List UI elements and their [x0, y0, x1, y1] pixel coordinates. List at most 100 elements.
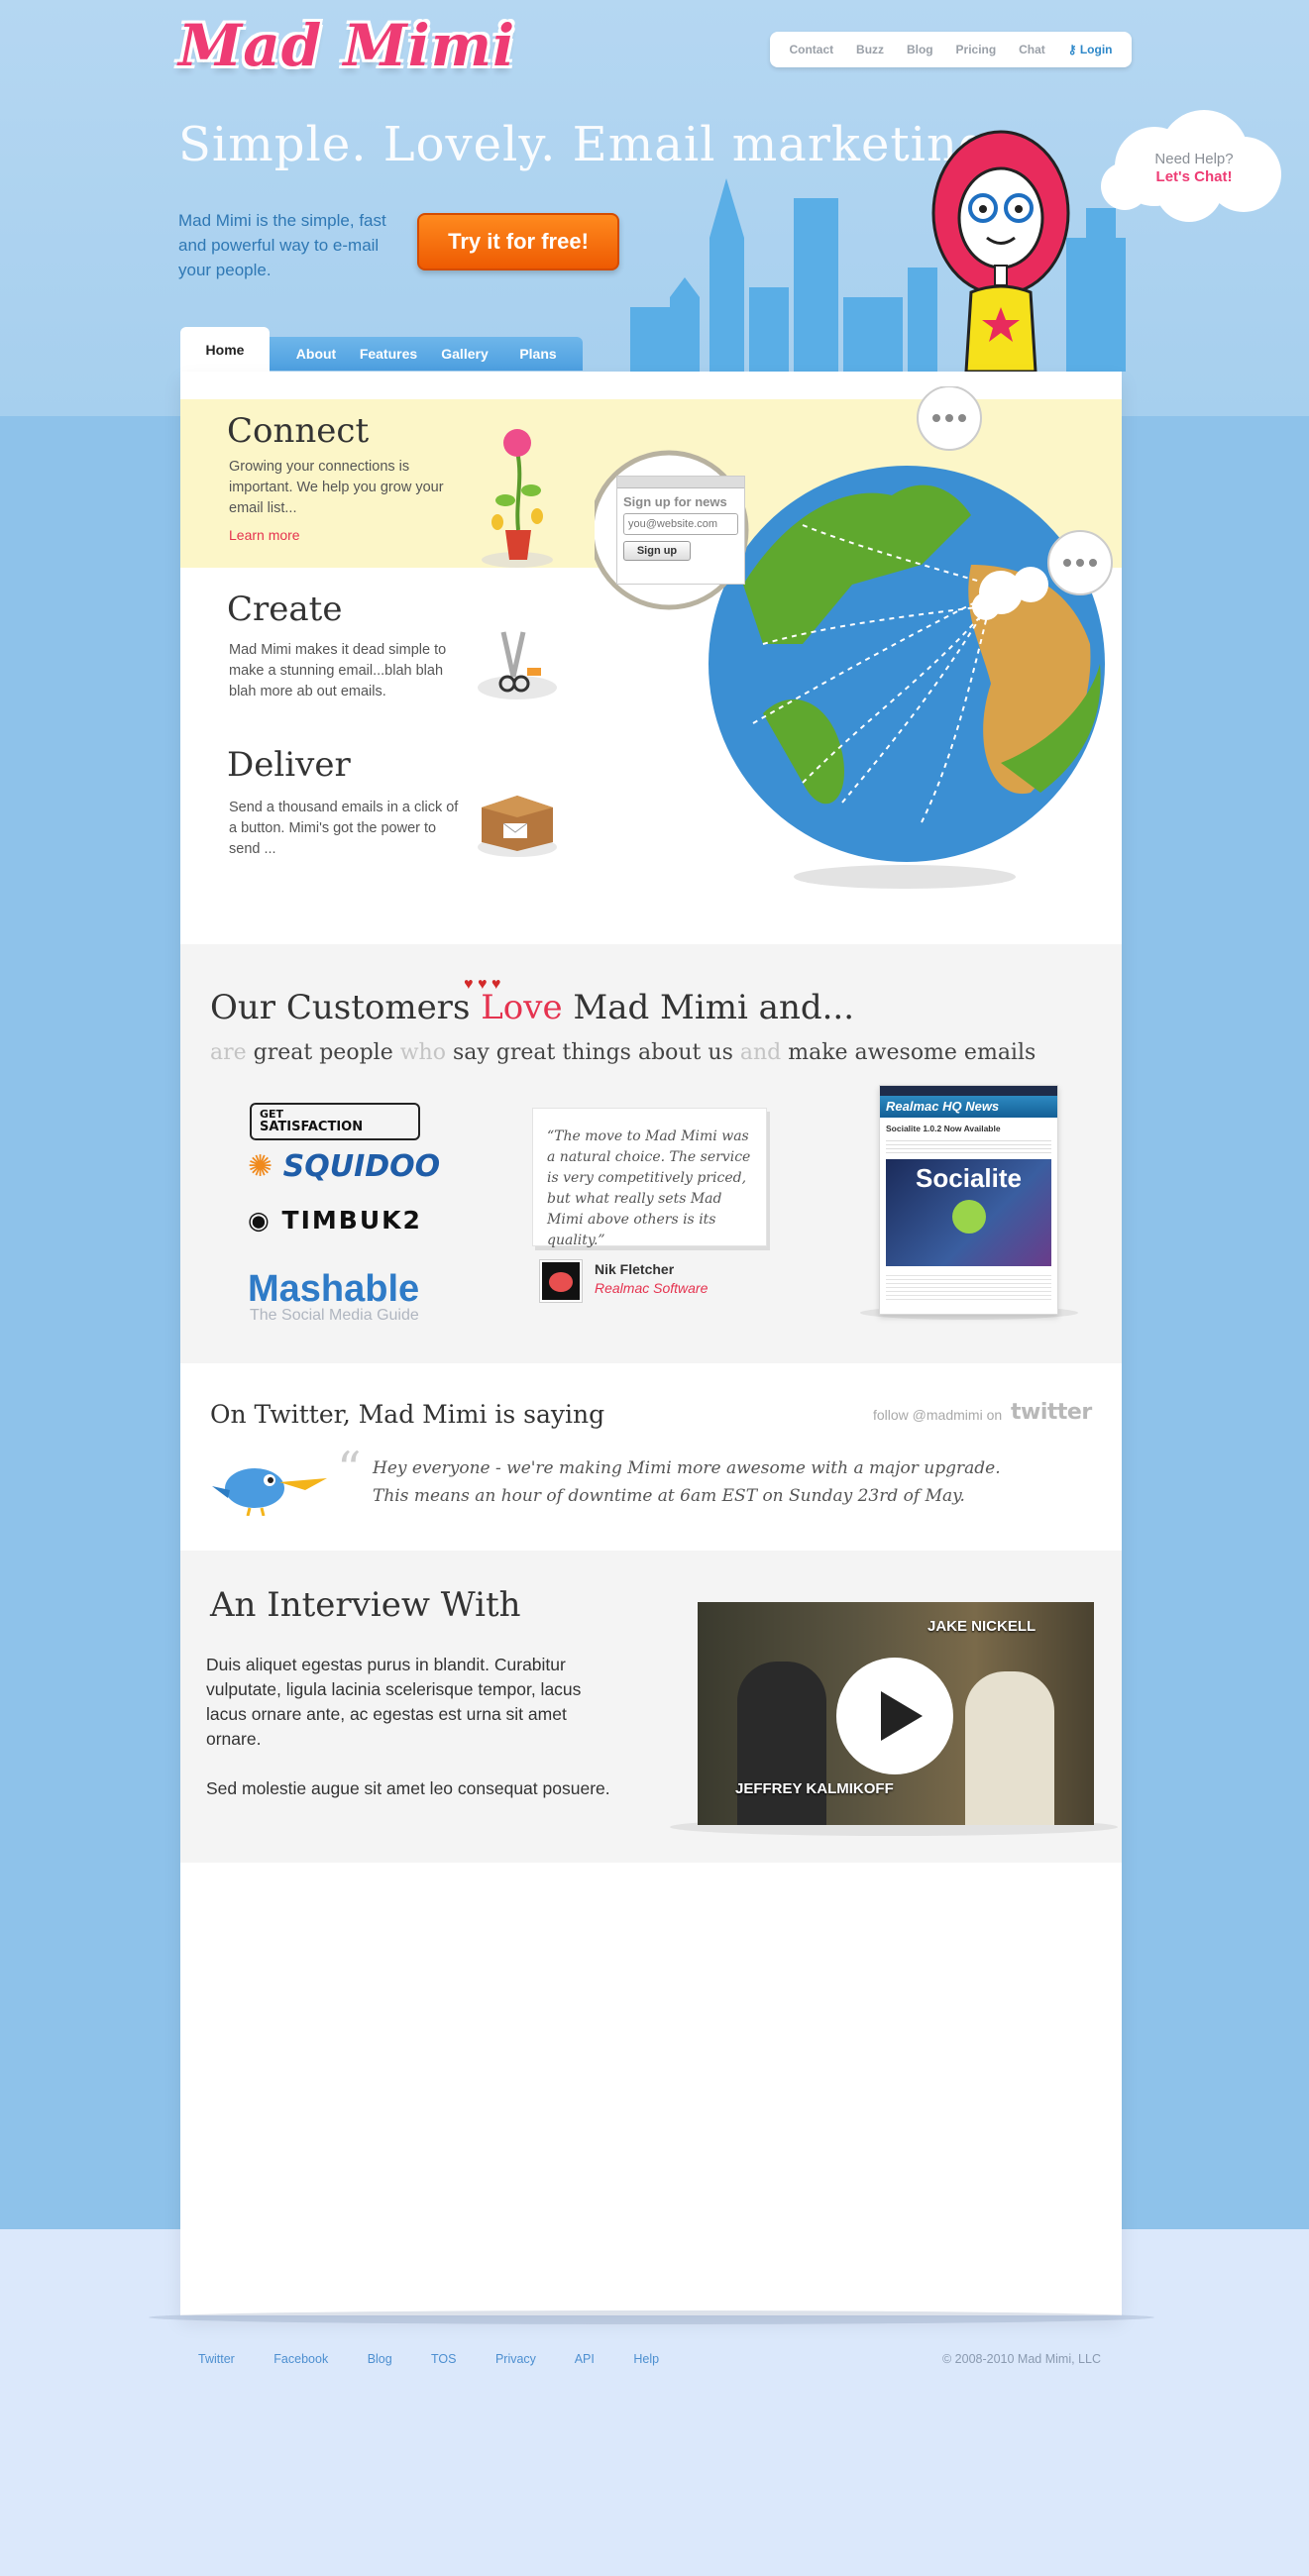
video-label-jake: JAKE NICKELL — [927, 1618, 1036, 1635]
panel-shadow — [149, 2310, 1154, 2324]
feature-text-create: Mad Mimi makes it dead simple to make a … — [229, 642, 447, 699]
mimi-character-illustration — [931, 130, 1070, 372]
email-sample-header: Realmac HQ News — [880, 1096, 1057, 1118]
tab-gallery[interactable]: Gallery — [430, 337, 499, 371]
hero-intro: Mad Mimi is the simple, fast and powerfu… — [178, 211, 386, 279]
nav-contact[interactable]: Contact — [789, 43, 833, 56]
help-chat[interactable]: Need Help? Let's Chat! — [1130, 151, 1258, 186]
email-sample-footer-lines — [886, 1272, 1051, 1302]
person-right-icon — [965, 1671, 1054, 1825]
video-label-jeffrey: JEFFREY KALMIKOFF — [735, 1780, 894, 1797]
interview-paragraph-1: Duis aliquet egestas purus in blandit. C… — [206, 1655, 582, 1749]
avatar-face-icon — [549, 1272, 573, 1292]
customers-heading-a: Our Customers — [210, 988, 482, 1027]
nav-buzz[interactable]: Buzz — [856, 43, 884, 56]
twitter-wordmark[interactable]: twitter — [1011, 1400, 1092, 1425]
globe-illustration — [595, 386, 1113, 889]
quote-author-avatar — [540, 1260, 582, 1302]
customers-heading: Our Customers Love Mad Mimi and... — [210, 988, 854, 1027]
plant-icon — [482, 429, 553, 568]
nav-chat[interactable]: Chat — [1019, 43, 1045, 56]
feature-title-create: Create — [227, 590, 343, 629]
tab-home[interactable]: Home — [180, 327, 270, 373]
feature-text-deliver: Send a thousand emails in a click of a b… — [229, 800, 459, 857]
feature-title-connect: Connect — [227, 411, 370, 451]
scissors-icon — [478, 631, 557, 699]
get-satisfaction-logo[interactable]: GET SATISFACTION — [250, 1103, 420, 1140]
timbuk2-wordmark: TIMBUK2 — [281, 1206, 422, 1234]
sub-word-1: are — [210, 1040, 254, 1065]
hero-tagline: Simple. Lovely. Email marketing — [178, 117, 990, 172]
tweet-line-1: Hey everyone - we're making Mimi more aw… — [373, 1458, 1001, 1478]
copyright: © 2008-2010 Mad Mimi, LLC — [942, 2352, 1101, 2366]
email-sample-promo-title: Socialite — [916, 1163, 1022, 1193]
footer-link-privacy[interactable]: Privacy — [495, 2352, 536, 2366]
sub-word-6: make awesome emails — [788, 1040, 1036, 1065]
hearts-icon: ♥ ♥ ♥ — [464, 976, 501, 993]
timbuk2-logo[interactable]: ◉ TIMBUK2 — [248, 1206, 422, 1234]
footer-link-twitter[interactable]: Twitter — [198, 2352, 235, 2366]
footer-link-facebook[interactable]: Facebook — [273, 2352, 328, 2366]
footer-links: Twitter Facebook Blog TOS Privacy API He… — [198, 2352, 695, 2366]
sub-word-4: say great things about us — [452, 1040, 740, 1065]
tab-plans[interactable]: Plans — [505, 337, 571, 371]
try-free-button[interactable]: Try it for free! — [417, 213, 619, 270]
squidoo-wordmark: SQUIDOO — [282, 1149, 441, 1184]
mad-mimi-logo[interactable]: Mad Mimi — [178, 12, 515, 79]
footer-link-tos[interactable]: TOS — [431, 2352, 456, 2366]
sub-word-2: great people — [253, 1040, 400, 1065]
customer-quote: “The move to Mad Mimi was a natural choi… — [532, 1108, 767, 1248]
nav-blog[interactable]: Blog — [907, 43, 933, 56]
person-left-icon — [737, 1662, 826, 1825]
lets-chat-link[interactable]: Let's Chat! — [1130, 168, 1258, 186]
login-label: Login — [1079, 43, 1113, 56]
sub-word-5: and — [739, 1040, 789, 1065]
email-sample-thumbnail[interactable]: Realmac HQ News Socialite 1.0.2 Now Avai… — [879, 1085, 1058, 1315]
interview-video-player[interactable]: JAKE NICKELL JEFFREY KALMIKOFF — [698, 1602, 1094, 1825]
love-word: Love — [481, 988, 563, 1027]
twitter-bird-icon — [212, 1468, 327, 1516]
cocktail-icon — [951, 1200, 986, 1234]
nav-pricing[interactable]: Pricing — [956, 43, 997, 56]
quote-author-name: Nik Fletcher — [595, 1261, 675, 1277]
feature-text-connect: Growing your connections is important. W… — [229, 459, 444, 516]
key-icon: ⚷ — [1067, 43, 1077, 56]
tweet-line-2: This means an hour of downtime at 6am ES… — [373, 1486, 965, 1506]
need-help-text: Need Help? — [1154, 151, 1234, 167]
tweet-quote-mark-icon: “ — [337, 1442, 362, 1497]
twitter-heading: On Twitter, Mad Mimi is saying — [210, 1400, 605, 1429]
signup-button[interactable]: Sign up — [623, 541, 691, 561]
mashable-tagline: The Social Media Guide — [250, 1307, 419, 1324]
quote-author-company[interactable]: Realmac Software — [595, 1280, 708, 1296]
latest-tweet: Hey everyone - we're making Mimi more aw… — [373, 1454, 1027, 1510]
play-icon — [881, 1691, 923, 1741]
mashable-logo[interactable]: Mashable — [248, 1268, 419, 1311]
package-icon — [478, 796, 557, 857]
squidoo-logo[interactable]: ✺ SQUIDOO — [248, 1149, 440, 1184]
interview-body: Duis aliquet egestas purus in blandit. C… — [206, 1653, 612, 1826]
email-sample-topbar — [880, 1086, 1057, 1096]
tab-features[interactable]: Features — [353, 337, 424, 371]
footer-link-api[interactable]: API — [575, 2352, 595, 2366]
customers-heading-b: Mad Mimi and... — [562, 988, 855, 1027]
gs-bottom: SATISFACTION — [260, 1120, 364, 1134]
squidoo-mark-icon: ✺ — [248, 1149, 273, 1184]
interview-heading: An Interview With — [210, 1585, 521, 1625]
email-sample-promo: Socialite — [886, 1159, 1051, 1266]
footer-link-blog[interactable]: Blog — [368, 2352, 392, 2366]
email-sample-lines — [886, 1137, 1051, 1153]
learn-more-link[interactable]: Learn more — [229, 527, 300, 543]
signup-title: Sign up for news — [623, 494, 727, 509]
footer-link-help[interactable]: Help — [633, 2352, 659, 2366]
email-sample-title: Socialite 1.0.2 Now Available — [886, 1124, 1001, 1133]
feature-title-deliver: Deliver — [227, 745, 351, 785]
twitter-follow-text[interactable]: follow @madmimi on — [873, 1407, 1002, 1423]
login-link[interactable]: ⚷ Login — [1068, 43, 1113, 56]
sub-word-3: who — [399, 1040, 453, 1065]
customers-subheading: are great people who say great things ab… — [210, 1040, 1036, 1065]
signup-email-input[interactable] — [623, 513, 738, 535]
timbuk2-swirl-icon: ◉ — [248, 1206, 272, 1234]
top-navigation: Contact Buzz Blog Pricing Chat ⚷ Login — [770, 32, 1132, 67]
browser-bar — [617, 477, 744, 488]
tab-about[interactable]: About — [282, 337, 350, 371]
